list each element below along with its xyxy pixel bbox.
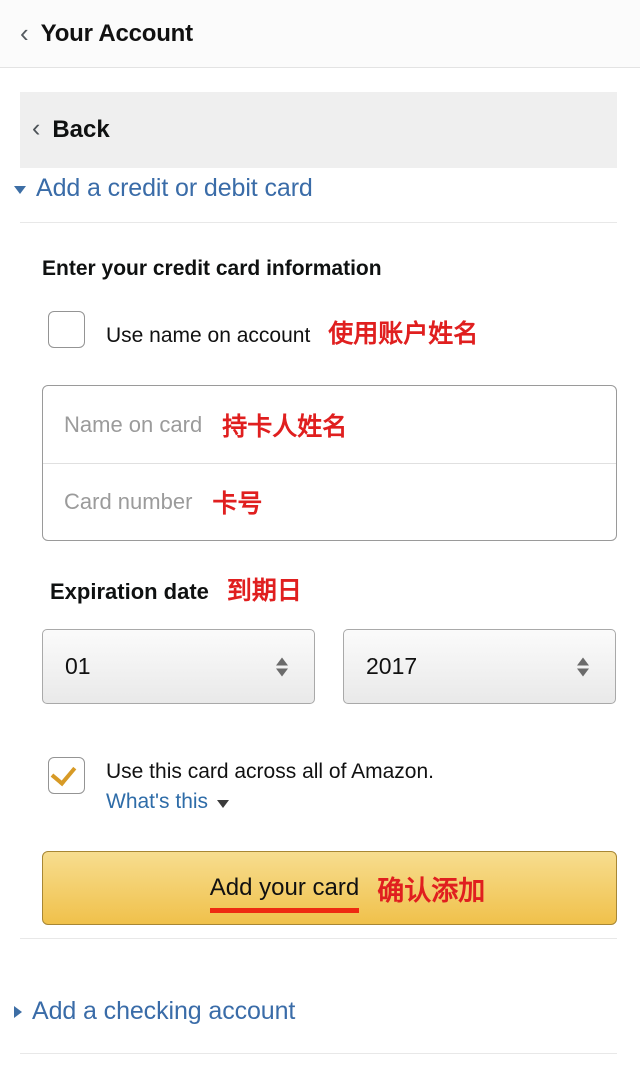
use-name-on-account-label: Use name on account	[106, 324, 311, 347]
triangle-down-icon	[577, 668, 589, 676]
name-on-card-placeholder: Name on card	[64, 411, 203, 437]
divider	[20, 938, 617, 939]
whats-this-link: What's this	[106, 790, 209, 813]
card-number-annotation: 卡号	[212, 489, 263, 518]
triangle-up-icon	[577, 657, 589, 665]
card-number-placeholder: Card number	[64, 489, 193, 514]
back-button-label: Back	[52, 116, 110, 143]
expiration-month-value: 01	[65, 653, 91, 679]
name-on-card-annotation: 持卡人姓名	[222, 411, 348, 441]
card-fields-group: Name on card 持卡人姓名 Card number 卡号	[42, 385, 617, 541]
expiration-month-select[interactable]: 01	[42, 629, 315, 704]
card-number-field[interactable]: Card number 卡号	[43, 463, 616, 540]
chevron-left-icon[interactable]: ‹	[20, 20, 29, 46]
use-card-across-amazon-text: Use this card across all of Amazon. What…	[106, 757, 434, 814]
triangle-right-icon	[14, 1005, 22, 1018]
triangle-up-icon	[276, 657, 288, 665]
add-your-card-button-text: Add your card	[209, 874, 360, 901]
triangle-down-icon	[14, 186, 26, 194]
account-payment-page: ‹ Your Account ‹ Back Add a credit or de…	[0, 0, 640, 1067]
stepper-arrows-icon[interactable]	[577, 657, 589, 676]
whats-this-row[interactable]: What's this	[106, 790, 434, 814]
use-name-on-account-annotation: 使用账户姓名	[328, 319, 479, 348]
use-card-across-amazon-label: Use this card across all of Amazon.	[106, 760, 434, 783]
stepper-arrows-icon[interactable]	[276, 657, 288, 676]
expiration-date-label-row: Expiration date 到期日	[50, 571, 302, 607]
divider	[20, 222, 617, 223]
back-bar[interactable]: ‹ Back	[20, 92, 617, 168]
expander-add-credit-card-label: Add a credit or debit card	[36, 174, 313, 202]
name-on-card-field[interactable]: Name on card 持卡人姓名	[43, 386, 616, 463]
checkmark-icon	[50, 759, 77, 787]
use-name-on-account-row[interactable]: Use name on account 使用账户姓名	[48, 311, 478, 350]
page-title: Your Account	[40, 19, 193, 47]
divider	[20, 1053, 617, 1054]
expiration-year-select[interactable]: 2017	[343, 629, 616, 704]
use-card-across-amazon-row[interactable]: Use this card across all of Amazon. What…	[48, 757, 434, 814]
section-heading: Enter your credit card information	[42, 257, 382, 280]
use-name-on-account-checkbox[interactable]	[48, 311, 85, 348]
app-bar: ‹ Your Account	[0, 0, 640, 68]
use-name-on-account-text: Use name on account 使用账户姓名	[106, 311, 478, 350]
add-your-card-button-inner: Add your card 确认添加	[209, 869, 486, 913]
expiration-date-annotation: 到期日	[226, 576, 302, 605]
expander-add-checking-account[interactable]: Add a checking account	[14, 997, 295, 1026]
add-your-card-button[interactable]: Add your card 确认添加	[42, 851, 617, 925]
triangle-down-icon	[217, 799, 230, 808]
add-your-card-button-label: Add your card	[209, 874, 360, 913]
red-underline-annotation	[209, 908, 360, 913]
expiration-date-label: Expiration date	[50, 579, 209, 604]
chevron-left-icon: ‹	[32, 114, 41, 142]
triangle-down-icon	[276, 668, 288, 676]
use-card-across-amazon-checkbox[interactable]	[48, 757, 85, 794]
add-your-card-annotation: 确认添加	[377, 875, 486, 907]
expiration-year-value: 2017	[366, 653, 418, 679]
expander-add-credit-card[interactable]: Add a credit or debit card	[14, 174, 313, 203]
expander-add-checking-account-label: Add a checking account	[32, 997, 296, 1025]
